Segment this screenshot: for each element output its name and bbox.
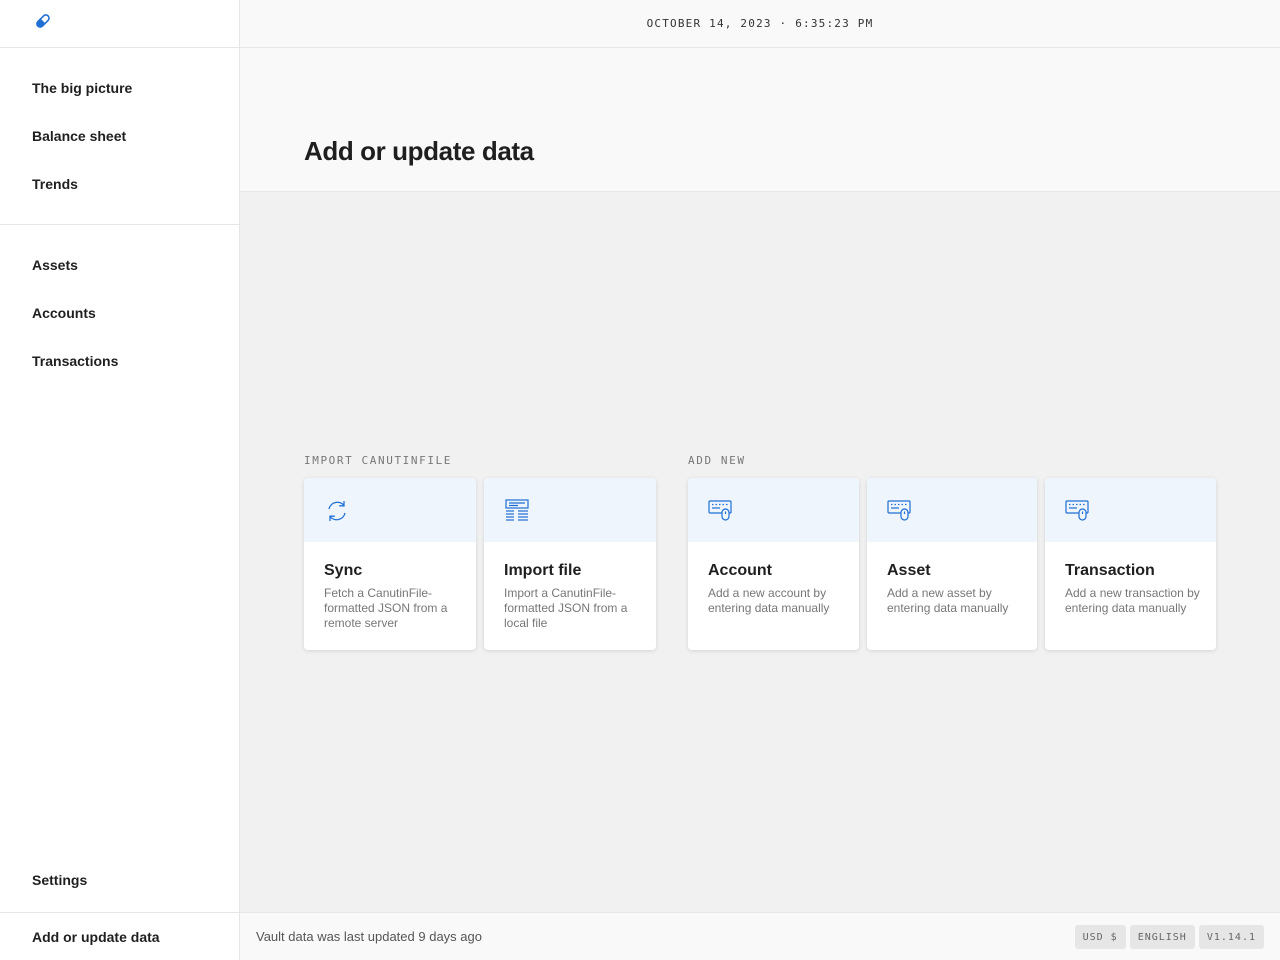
keyboard-mouse-icon: [708, 498, 734, 524]
sidebar-item-add-update-data[interactable]: Add or update data: [0, 912, 239, 960]
sidebar-item-transactions[interactable]: Transactions: [0, 337, 239, 385]
sidebar-item-accounts[interactable]: Accounts: [0, 289, 239, 337]
nav-group-data: Assets Accounts Transactions: [0, 225, 239, 401]
document-icon: [504, 498, 530, 524]
sidebar-item-balance-sheet[interactable]: Balance sheet: [0, 112, 239, 160]
clock: OCTOBER 14, 2023 · 6:35:23 PM: [646, 17, 874, 30]
card-title: Transaction: [1065, 562, 1155, 579]
pill-icon[interactable]: [32, 10, 54, 37]
sidebar-item-big-picture[interactable]: The big picture: [0, 64, 239, 112]
card-description: Add a new account by entering data manua…: [708, 586, 830, 615]
sync-icon: [324, 498, 350, 524]
page-header: Add or update data: [240, 48, 1280, 192]
transaction-card[interactable]: Transaction Add a new transaction by ent…: [1045, 478, 1216, 650]
section-label-import: IMPORT CANUTINFILE: [304, 454, 453, 467]
card-icon-area: [304, 478, 476, 542]
sidebar-item-assets[interactable]: Assets: [0, 241, 239, 289]
card-icon-area: [484, 478, 656, 542]
keyboard-mouse-icon: [1065, 498, 1091, 524]
sync-card[interactable]: Sync Fetch a CanutinFile-formatted JSON …: [304, 478, 476, 650]
status-pills: USD $ ENGLISH V1.14.1: [1074, 925, 1264, 949]
card-icon-area: [867, 478, 1037, 542]
main-content: IMPORT CANUTINFILE ADD NEW Sync Fetch a …: [240, 192, 1280, 912]
keyboard-mouse-icon: [887, 498, 913, 524]
card-title: Account: [708, 562, 772, 579]
version-badge[interactable]: V1.14.1: [1198, 925, 1264, 949]
card-title: Asset: [887, 562, 931, 579]
top-bar: OCTOBER 14, 2023 · 6:35:23 PM: [240, 0, 1280, 48]
account-card[interactable]: Account Add a new account by entering da…: [688, 478, 859, 650]
nav-group-overview: The big picture Balance sheet Trends: [0, 48, 239, 225]
asset-card[interactable]: Asset Add a new asset by entering data m…: [867, 478, 1037, 650]
card-title: Sync: [324, 562, 363, 579]
card-description: Add a new asset by entering data manuall…: [887, 586, 1009, 615]
status-bar: Vault data was last updated 9 days ago U…: [240, 912, 1280, 960]
sidebar-item-trends[interactable]: Trends: [0, 160, 239, 208]
sidebar-item-settings[interactable]: Settings: [0, 848, 239, 912]
card-title: Import file: [504, 562, 582, 579]
page-title: Add or update data: [304, 136, 534, 166]
vault-status-text: Vault data was last updated 9 days ago: [256, 929, 482, 944]
currency-badge[interactable]: USD $: [1074, 925, 1126, 949]
card-icon-area: [688, 478, 859, 542]
nav-bottom: Settings Add or update data: [0, 848, 239, 960]
card-description: Add a new transaction by entering data m…: [1065, 586, 1200, 615]
language-badge[interactable]: ENGLISH: [1129, 925, 1195, 949]
card-icon-area: [1045, 478, 1216, 542]
sidebar: The big picture Balance sheet Trends Ass…: [0, 0, 240, 960]
logo-bar: [0, 0, 239, 48]
section-label-add-new: ADD NEW: [688, 454, 746, 467]
card-description: Import a CanutinFile-formatted JSON from…: [504, 586, 628, 630]
import-file-card[interactable]: Import file Import a CanutinFile-formatt…: [484, 478, 656, 650]
card-description: Fetch a CanutinFile-formatted JSON from …: [324, 586, 448, 630]
